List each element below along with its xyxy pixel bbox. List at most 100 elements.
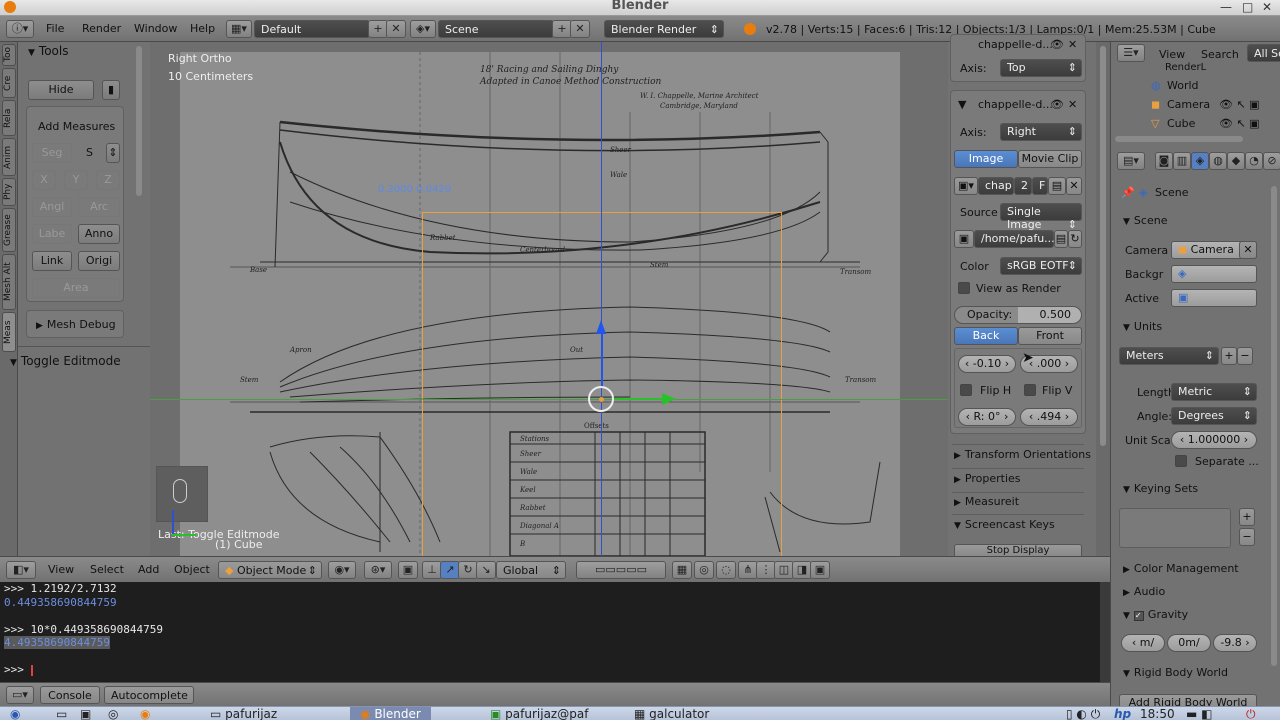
unit-scale-field[interactable]: ‹ 1.000000 › xyxy=(1171,431,1257,449)
menu-object[interactable]: Object xyxy=(174,563,210,576)
view-as-render-checkbox[interactable] xyxy=(958,282,970,294)
mode-select[interactable]: ◆ Object Mode ⇕ xyxy=(218,561,322,579)
flip-h-checkbox[interactable] xyxy=(960,384,972,396)
outliner-world[interactable]: World xyxy=(1167,79,1199,92)
outliner-display-select[interactable]: All Sc xyxy=(1247,44,1280,62)
terminal-icon[interactable]: ▣ xyxy=(80,707,91,720)
taskbar-item-files[interactable]: ▭ pafurijaz xyxy=(210,707,277,720)
modifiers-tab-icon[interactable]: ◔ xyxy=(1245,152,1263,170)
tab-tools[interactable]: Too xyxy=(2,44,16,66)
angle-unit-select[interactable]: Degrees ⇕ xyxy=(1171,407,1257,425)
size-field[interactable]: ‹ .494 › xyxy=(1020,408,1078,426)
outliner-camera[interactable]: Camera xyxy=(1167,98,1210,111)
menu-file[interactable]: File xyxy=(46,22,64,35)
pin-scene-icon[interactable]: 📌 xyxy=(1121,186,1135,199)
manipulator-icon[interactable]: ⊥ xyxy=(422,561,442,579)
keying-sets-header[interactable]: ▼ Keying Sets xyxy=(1123,482,1198,495)
remove-keying-set-icon[interactable]: − xyxy=(1239,528,1255,546)
pin-icon[interactable]: ▮ xyxy=(102,80,120,100)
offset-x-field[interactable]: ‹ -0.10 › xyxy=(958,355,1016,373)
menu-help[interactable]: Help xyxy=(190,22,215,35)
fake-user-button[interactable]: F xyxy=(1032,177,1048,195)
browse-file-icon[interactable]: ▤ xyxy=(1054,230,1068,248)
scene-remove-icon[interactable]: ✕ xyxy=(570,20,590,38)
proportional-icon[interactable]: ◌ xyxy=(716,561,736,579)
scale-icon[interactable]: ↘ xyxy=(476,561,496,579)
orientation-select[interactable]: Global ⇕ xyxy=(496,561,566,579)
label-button[interactable]: Labe xyxy=(32,224,72,244)
z-button[interactable]: Z xyxy=(96,170,120,190)
autocomplete-button[interactable]: Autocomplete xyxy=(104,686,194,704)
file-manager-icon[interactable]: ▭ xyxy=(56,707,67,720)
audio-header[interactable]: ▶ Audio xyxy=(1123,585,1165,598)
3d-viewport[interactable]: 18' Racing and Sailing Dinghy Adapted in… xyxy=(150,42,948,556)
tray-hp-icon[interactable]: hp xyxy=(1114,707,1131,720)
remove-bg-icon[interactable]: ✕ xyxy=(1068,38,1077,51)
axis-select-1[interactable]: Top ⇕ xyxy=(1000,59,1082,77)
units-panel-header[interactable]: ▼ Units xyxy=(1123,320,1162,333)
segment-mode-select[interactable]: ⇕ xyxy=(106,143,120,163)
render-tab-icon[interactable]: ◙ xyxy=(1155,152,1173,170)
scene-field[interactable]: Scene xyxy=(438,20,554,38)
rotation-field[interactable]: ‹ R: 0° › xyxy=(958,408,1016,426)
translate-icon[interactable]: ↗ xyxy=(440,561,460,579)
render-layers-tab-icon[interactable]: ▥ xyxy=(1173,152,1191,170)
filepath-field[interactable]: /home/pafu... xyxy=(974,230,1055,248)
reload-icon[interactable]: ↻ xyxy=(1068,230,1082,248)
console-button[interactable]: Console xyxy=(40,686,100,704)
menu-window[interactable]: Window xyxy=(134,22,177,35)
outliner-cube[interactable]: Cube xyxy=(1167,117,1195,130)
shading-icon[interactable]: ◉▾ xyxy=(328,561,356,579)
close-icon[interactable]: ✕ xyxy=(1262,0,1272,14)
constraints-tab-icon[interactable]: ⊘ xyxy=(1263,152,1280,170)
n-panel-scrollbar[interactable] xyxy=(1096,42,1110,556)
outliner-search-menu[interactable]: Search xyxy=(1201,48,1239,61)
layout-grid-icon[interactable]: ▦▾ xyxy=(226,20,252,38)
tab-relations[interactable]: Rela xyxy=(2,100,16,136)
toggle-editmode-header[interactable]: ▼ Toggle Editmode xyxy=(10,354,121,368)
opengl-render-icon[interactable]: ◫ xyxy=(774,561,794,579)
taskbar-item-terminal[interactable]: ▣ pafurijaz@paf xyxy=(490,707,588,720)
menu-view[interactable]: View xyxy=(48,563,74,576)
keying-sets-list[interactable] xyxy=(1119,508,1231,548)
outliner-renderlayers[interactable]: RenderL xyxy=(1165,62,1206,73)
front-button[interactable]: Front xyxy=(1018,327,1082,345)
outliner-hscroll[interactable] xyxy=(1115,136,1243,142)
minimize-icon[interactable]: — xyxy=(1220,0,1232,14)
camera-render-icon[interactable]: ▣ xyxy=(810,561,830,579)
mesh-debug-header[interactable]: ▶ Mesh Debug xyxy=(36,318,116,331)
annotation-button[interactable]: Anno xyxy=(78,224,120,244)
angle-button[interactable]: Angl xyxy=(32,197,72,217)
blender-launcher-icon[interactable]: ◉ xyxy=(140,707,150,720)
unlink-image-icon[interactable]: ✕ xyxy=(1066,177,1082,195)
pivot-icon[interactable]: ⊛▾ xyxy=(364,561,392,579)
props-editor-icon[interactable]: ▤▾ xyxy=(1117,152,1145,170)
menu-add[interactable]: Add xyxy=(138,563,159,576)
opengl-anim-icon[interactable]: ◨ xyxy=(792,561,812,579)
gizmo-y-arrow-icon[interactable] xyxy=(662,393,676,405)
rigid-body-world-header[interactable]: ▼ Rigid Body World xyxy=(1123,666,1228,679)
separate-units-checkbox[interactable] xyxy=(1175,455,1187,467)
color-management-header[interactable]: ▶ Color Management xyxy=(1123,562,1239,575)
console-editor-icon[interactable]: ▭▾ xyxy=(6,686,34,704)
toolshelf-scrollbar[interactable] xyxy=(136,46,142,196)
opacity-slider[interactable]: Opacity: 0.500 xyxy=(954,306,1082,324)
transform-orientations-header[interactable]: ▶ Transform Orientations xyxy=(954,448,1091,461)
outliner-editor-icon[interactable]: ☰▾ xyxy=(1117,44,1145,62)
render-layer-icon[interactable]: ◎ xyxy=(694,561,714,579)
active-clip-field[interactable]: ▣ xyxy=(1171,289,1257,307)
gravity-x-field[interactable]: ‹ m/ xyxy=(1121,634,1165,652)
browser-icon[interactable]: ◎ xyxy=(108,707,118,720)
props-scrollbar[interactable] xyxy=(1271,186,1277,666)
movie-clip-tab[interactable]: Movie Clip xyxy=(1018,150,1082,168)
eye-icon-2[interactable]: 👁 xyxy=(1050,98,1064,111)
maximize-icon[interactable]: □ xyxy=(1242,0,1253,14)
eye-icon[interactable]: 👁 xyxy=(1050,38,1064,51)
origin-button[interactable]: Origi xyxy=(78,251,120,271)
layer-icon[interactable]: ▣ xyxy=(398,561,418,579)
image-datablock[interactable]: chap xyxy=(978,177,1014,195)
editor-type-icon[interactable]: ◧▾ xyxy=(6,561,36,579)
expand-caret-icon[interactable]: ▼ xyxy=(958,98,966,111)
menu-render[interactable]: Render xyxy=(82,22,121,35)
remove-bg-icon-2[interactable]: ✕ xyxy=(1068,98,1077,111)
